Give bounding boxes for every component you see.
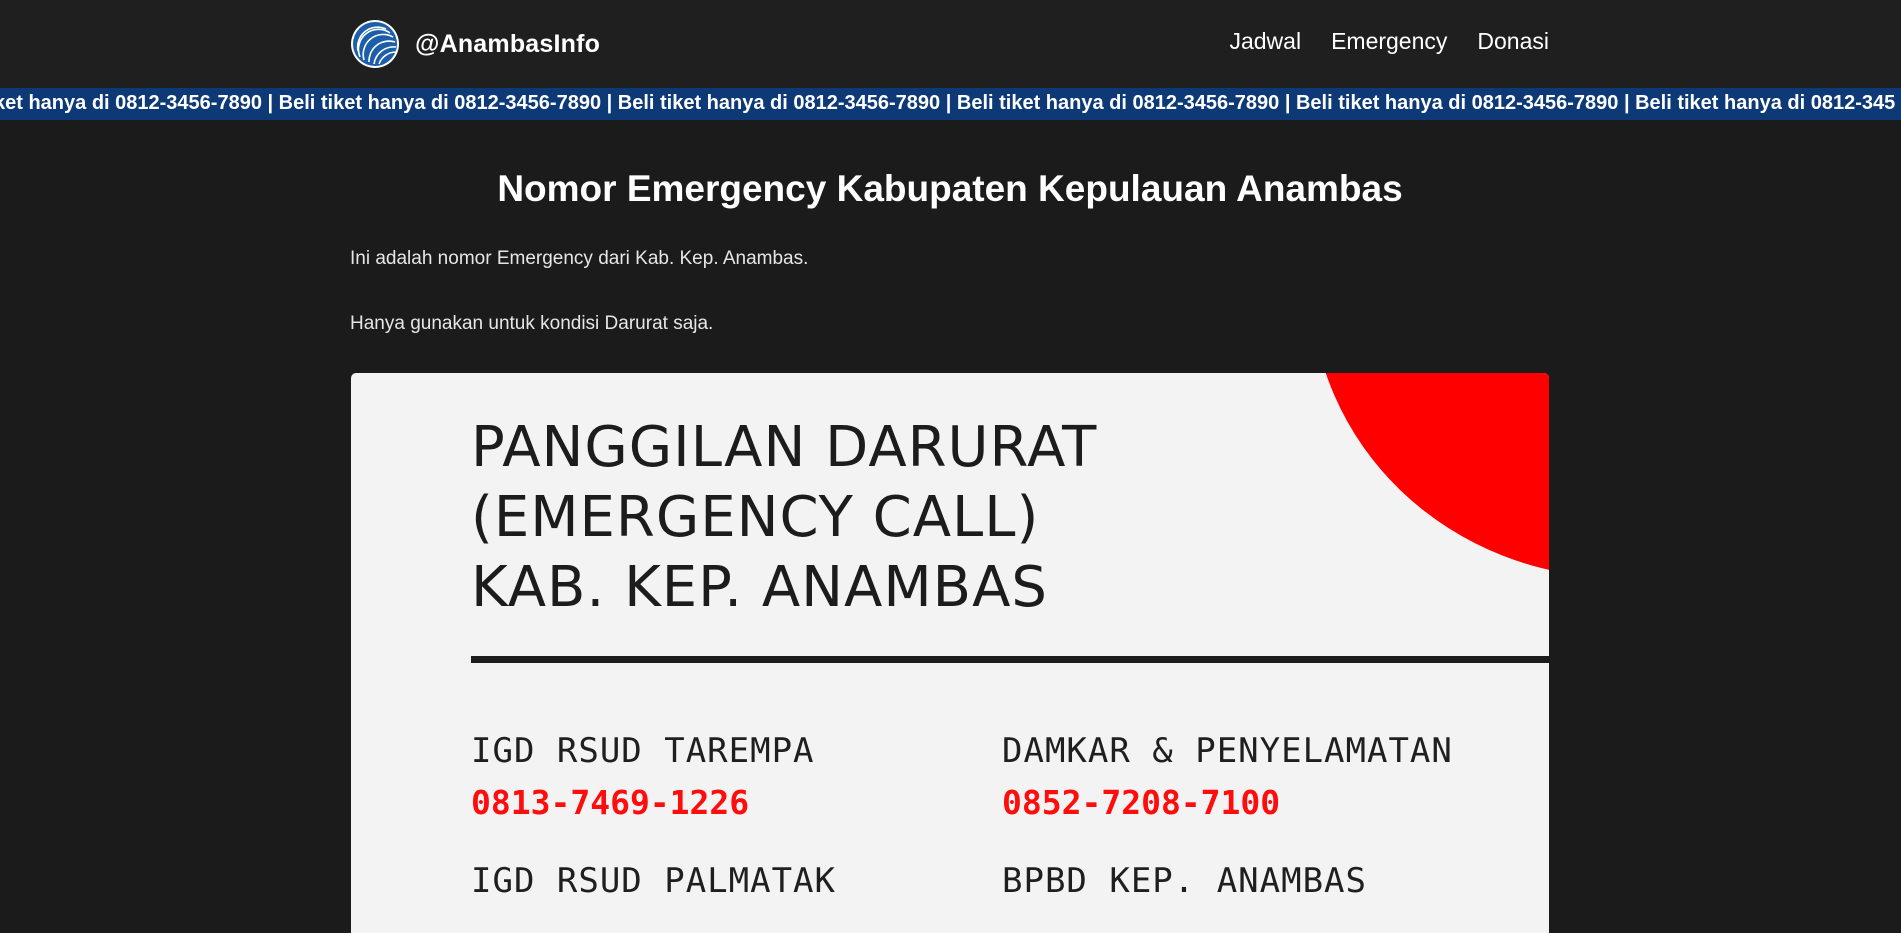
poster-title-line: KAB. KEP. ANAMBAS bbox=[471, 555, 1048, 620]
entry-name: IGD RSUD TAREMPA bbox=[471, 731, 815, 771]
emergency-entry: IGD RSUD TAREMPA 0813-7469-1226 bbox=[471, 731, 815, 822]
poster-title: PANGGILAN DARURAT (EMERGENCY CALL) KAB. … bbox=[471, 413, 1097, 623]
emergency-poster: PANGGILAN DARURAT (EMERGENCY CALL) KAB. … bbox=[351, 373, 1549, 933]
nav-links: Jadwal Emergency Donasi bbox=[1229, 28, 1549, 55]
entry-phone: 0852-7208-7100 bbox=[1002, 783, 1281, 822]
poster-title-line: (EMERGENCY CALL) bbox=[471, 485, 1040, 550]
navbar: @AnambasInfo Jadwal Emergency Donasi bbox=[0, 0, 1901, 88]
page-title: Nomor Emergency Kabupaten Kepulauan Anam… bbox=[497, 168, 1403, 209]
emergency-entry: DAMKAR & PENYELAMATAN 0852-7208-7100 bbox=[1002, 731, 1453, 822]
poster-divider bbox=[471, 656, 1549, 663]
ticket-marquee: ket hanya di 0812-3456-7890 | Beli tiket… bbox=[0, 88, 1901, 120]
entry-name: IGD RSUD PALMATAK bbox=[471, 861, 836, 901]
nav-link-jadwal[interactable]: Jadwal bbox=[1229, 28, 1301, 55]
brand-link[interactable]: @AnambasInfo bbox=[350, 18, 600, 70]
entry-phone: 0813-7469-1226 bbox=[471, 783, 750, 822]
marquee-text: ket hanya di 0812-3456-7890 | Beli tiket… bbox=[0, 92, 1896, 114]
entry-name: BPBD KEP. ANAMBAS bbox=[1002, 861, 1367, 901]
usage-note: Hanya gunakan untuk kondisi Darurat saja… bbox=[350, 313, 714, 334]
nav-link-donasi[interactable]: Donasi bbox=[1477, 28, 1549, 55]
emergency-entry: BPBD KEP. ANAMBAS bbox=[1002, 861, 1367, 913]
red-circle-decoration bbox=[1311, 373, 1549, 578]
brand-name: @AnambasInfo bbox=[415, 29, 601, 58]
poster-title-line: PANGGILAN DARURAT bbox=[471, 415, 1098, 480]
emergency-entry: IGD RSUD PALMATAK bbox=[471, 861, 836, 913]
intro-text: Ini adalah nomor Emergency dari Kab. Kep… bbox=[350, 248, 809, 269]
anambas-logo-icon bbox=[351, 20, 399, 68]
nav-link-emergency[interactable]: Emergency bbox=[1331, 28, 1447, 55]
entry-name: DAMKAR & PENYELAMATAN bbox=[1002, 731, 1453, 771]
